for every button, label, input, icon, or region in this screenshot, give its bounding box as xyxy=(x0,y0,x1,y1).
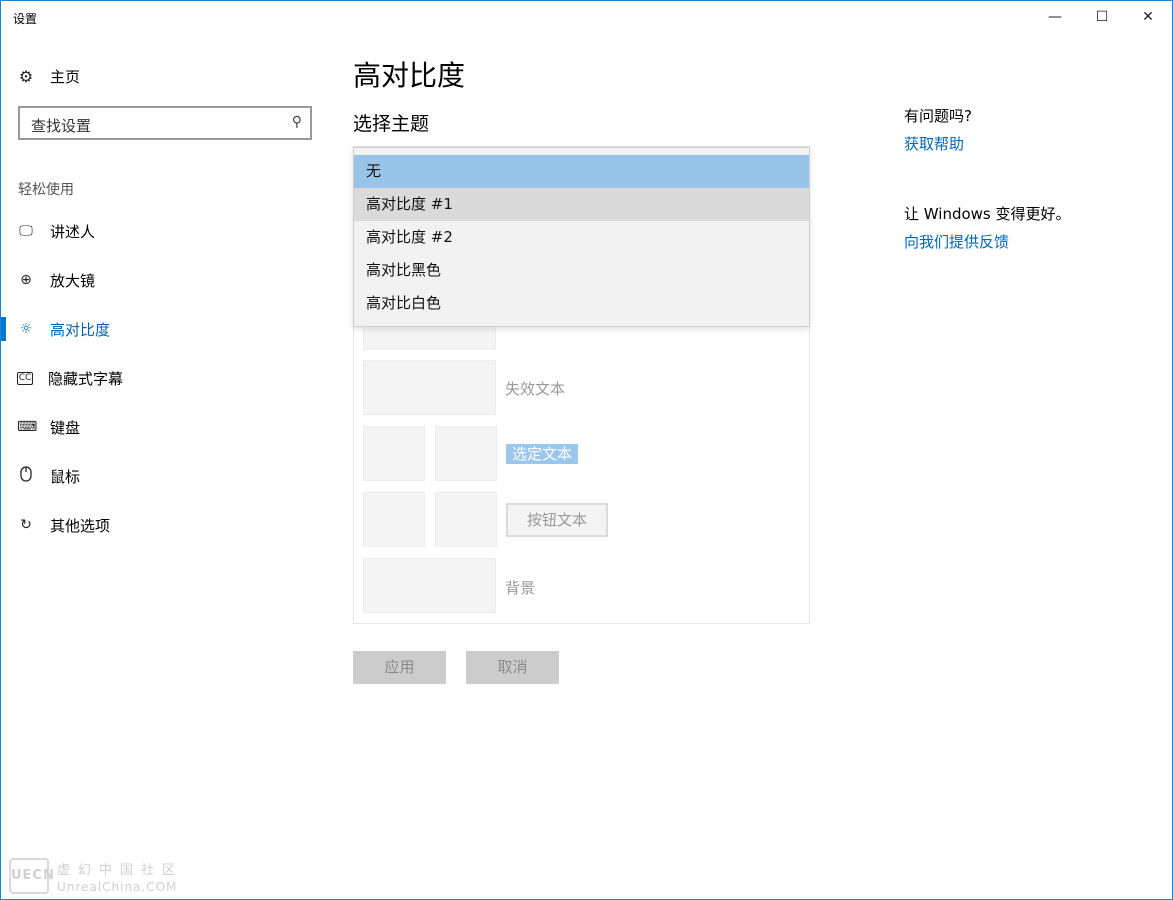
minimize-button[interactable]: — xyxy=(1032,1,1078,33)
brightness-icon: ☼ xyxy=(19,321,33,337)
theme-heading: 选择主题 xyxy=(353,113,430,135)
feedback-link[interactable]: 向我们提供反馈 xyxy=(904,231,1009,252)
home-nav[interactable]: ⚙ 主页 xyxy=(17,65,80,87)
other-options-icon: ↻ xyxy=(20,517,32,533)
sidebar-item-label: 隐藏式字幕 xyxy=(48,369,124,388)
keyboard-icon: ⌨ xyxy=(17,419,38,435)
maximize-icon: ☐ xyxy=(1095,9,1109,25)
sidebar-item-high-contrast[interactable]: ☼ 高对比度 xyxy=(1,309,331,349)
theme-option-none[interactable]: 无 xyxy=(354,155,809,188)
sidebar-item-closed-captions[interactable]: CC 隐藏式字幕 xyxy=(1,358,331,398)
watermark-logo: UECN xyxy=(9,858,54,894)
sidebar-item-label: 键盘 xyxy=(50,418,81,437)
sidebar-item-label: 其他选项 xyxy=(50,516,111,535)
button-text-sample: 按钮文本 xyxy=(506,503,608,537)
selected-text-fg-swatch[interactable] xyxy=(363,426,425,481)
selected-text-label: 选定文本 xyxy=(506,444,579,464)
narrator-icon: 🖵 xyxy=(19,223,33,239)
theme-option-high-contrast-black[interactable]: 高对比黑色 xyxy=(354,254,809,287)
button-text-bg-swatch[interactable] xyxy=(435,492,497,547)
window-title: 设置 xyxy=(13,12,38,26)
get-help-link[interactable]: 获取帮助 xyxy=(904,133,964,154)
background-swatch[interactable] xyxy=(363,558,496,613)
sidebar-item-label: 高对比度 xyxy=(50,320,111,339)
sidebar-item-keyboard[interactable]: ⌨ 键盘 xyxy=(1,407,331,447)
close-button[interactable]: ✕ xyxy=(1125,1,1171,33)
sidebar-item-label: 放大镜 xyxy=(50,271,96,290)
search-placeholder: 查找设置 xyxy=(31,117,92,135)
theme-dropdown-list[interactable]: 无 高对比度 #1 高对比度 #2 高对比黑色 高对比白色 xyxy=(353,147,810,327)
sidebar-item-narrator[interactable]: 🖵 讲述人 xyxy=(1,211,331,251)
sidebar-item-label: 讲述人 xyxy=(50,222,96,241)
mouse-icon xyxy=(17,466,35,486)
search-icon: ⚲ xyxy=(291,114,302,130)
selected-text-bg-swatch[interactable] xyxy=(435,426,497,481)
watermark-text: 虚幻中国社区 UnrealChina.COM xyxy=(57,859,183,894)
sidebar-item-label: 鼠标 xyxy=(50,467,81,486)
maximize-button[interactable]: ☐ xyxy=(1079,1,1125,33)
title-bar[interactable]: 设置 — ☐ ✕ xyxy=(1,1,1172,33)
button-text-fg-swatch[interactable] xyxy=(363,492,425,547)
disabled-text-swatch[interactable] xyxy=(363,360,496,415)
settings-window: 设置 — ☐ ✕ ⚙ 主页 查找设置 ⚲ 轻松使用 🖵 讲述人 ⊕ 放大镜 ☼ … xyxy=(0,0,1173,900)
theme-option-high-contrast-white[interactable]: 高对比白色 xyxy=(354,287,809,320)
theme-option-high-contrast-2[interactable]: 高对比度 #2 xyxy=(354,221,809,254)
sidebar-item-mouse[interactable]: 鼠标 xyxy=(1,456,331,496)
help-question: 有问题吗? xyxy=(904,107,972,125)
theme-option-high-contrast-1[interactable]: 高对比度 #1 xyxy=(354,188,809,221)
close-icon: ✕ xyxy=(1142,9,1154,25)
watermark: UECN 虚幻中国社区 UnrealChina.COM xyxy=(9,856,183,896)
background-label: 背景 xyxy=(505,579,536,597)
section-label: 轻松使用 xyxy=(18,182,74,198)
cancel-button[interactable]: 取消 xyxy=(466,651,559,684)
search-input[interactable]: 查找设置 ⚲ xyxy=(18,106,312,140)
watermark-line2: UnrealChina.COM xyxy=(57,879,178,894)
feedback-prompt: 让 Windows 变得更好。 xyxy=(904,205,1071,223)
minimize-icon: — xyxy=(1048,9,1062,25)
sidebar-item-magnifier[interactable]: ⊕ 放大镜 xyxy=(1,260,331,300)
apply-button[interactable]: 应用 xyxy=(353,651,446,684)
watermark-line1: 虚幻中国社区 xyxy=(57,862,184,878)
page-title: 高对比度 xyxy=(353,59,466,92)
disabled-text-label: 失效文本 xyxy=(505,380,566,398)
magnifier-icon: ⊕ xyxy=(20,272,32,288)
sidebar-item-other-options[interactable]: ↻ 其他选项 xyxy=(1,505,331,545)
cc-icon: CC xyxy=(17,371,33,385)
gear-icon: ⚙ xyxy=(18,66,34,86)
home-label: 主页 xyxy=(50,67,81,86)
